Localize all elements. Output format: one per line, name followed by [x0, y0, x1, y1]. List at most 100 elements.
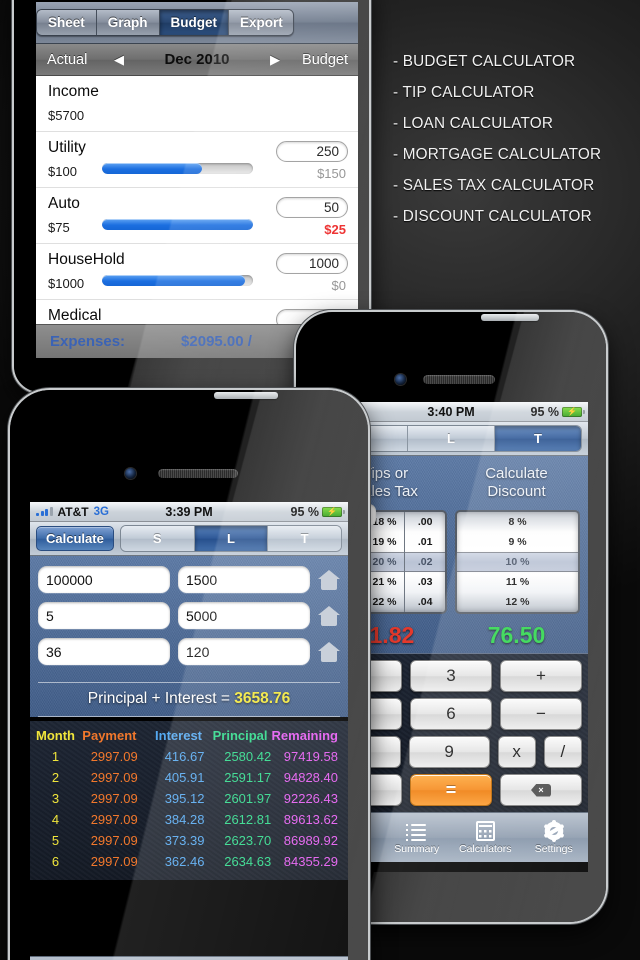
column-header: Principal [212, 728, 268, 743]
picker-item[interactable]: 12 % [457, 592, 578, 612]
table-cell: 2997.09 [90, 770, 138, 785]
status-time: 3:40 PM [427, 404, 475, 419]
list-icon [405, 821, 428, 841]
segment-l[interactable]: L [194, 526, 269, 551]
carrier-label: AT&T [57, 504, 89, 519]
remaining-amount: $150 [317, 166, 346, 181]
discount-picker[interactable]: 8 % 9 % 10 % 11 % 12 % [455, 510, 580, 614]
key-−[interactable]: − [500, 698, 582, 730]
caret-left-icon[interactable]: ◀ [114, 52, 124, 68]
picker-item[interactable]: .04 [405, 592, 445, 612]
loan-input-right[interactable]: 1500 [178, 566, 310, 593]
picker-item[interactable]: .01 [405, 532, 445, 552]
key-3[interactable]: 3 [410, 660, 492, 692]
battery-percent: 95 % [290, 504, 320, 519]
feature-item: - MORTGAGE CALCULATOR [393, 146, 602, 163]
category-label: Income [48, 83, 99, 100]
home-icon[interactable] [318, 641, 340, 662]
key-/[interactable]: / [543, 736, 582, 768]
budget-tab-budget[interactable]: Budget [159, 10, 230, 35]
table-cell: 2591.17 [224, 770, 272, 785]
key-6[interactable]: 6 [410, 698, 492, 730]
tab-bar[interactable] [30, 956, 348, 960]
picker-item[interactable]: .02 [405, 552, 445, 572]
caret-right-icon[interactable]: ▶ [270, 52, 280, 68]
budget-progress-slider[interactable] [102, 219, 253, 230]
divider [38, 682, 340, 683]
budget-amount-input[interactable]: 250 [276, 141, 348, 162]
picker-item[interactable]: 8 % [457, 512, 578, 532]
power-button[interactable] [481, 314, 539, 321]
feature-list: - BUDGET CALCULATOR - TIP CALCULATOR - LOA… [393, 46, 638, 232]
mode-segmented-control[interactable]: SLT [119, 525, 342, 552]
column-header: Month [36, 728, 75, 743]
slider-fill [102, 275, 246, 286]
table-cell: 2623.70 [224, 833, 272, 848]
budget-progress-slider[interactable] [102, 163, 253, 174]
table-cell: 1 [51, 749, 60, 764]
tab-calculators[interactable]: Calculators [451, 813, 520, 862]
backspace-icon: × [531, 783, 551, 797]
loan-input-left[interactable]: 5 [38, 602, 170, 629]
key-=[interactable]: = [410, 774, 492, 806]
table-cell: 2997.09 [90, 812, 138, 827]
budget-amount-input[interactable]: 50 [276, 197, 348, 218]
table-cell: 2 [51, 770, 60, 785]
status-time: 3:39 PM [165, 504, 213, 519]
key-9[interactable]: 9 [408, 736, 490, 768]
loan-input-left[interactable]: 100000 [38, 566, 170, 593]
table-cell: 6 [51, 854, 60, 869]
loan-input-right[interactable]: 5000 [178, 602, 310, 629]
column-header: Interest [155, 728, 203, 743]
status-bar: AT&T 3G 3:39 PM 95 % ⚡ [30, 502, 348, 522]
battery-charging-icon: ⚡ [562, 406, 585, 417]
tab-settings[interactable]: Settings [520, 813, 589, 862]
loan-input-left[interactable]: 36 [38, 638, 170, 665]
home-icon[interactable] [318, 569, 340, 590]
calculator-grid-icon [475, 820, 495, 841]
budget-amount-input[interactable]: 1000 [276, 253, 348, 274]
power-button[interactable] [214, 392, 278, 399]
home-icon[interactable] [318, 605, 340, 626]
table-cell: 4 [51, 812, 60, 827]
tab-summary[interactable]: Summary [383, 813, 452, 862]
segment-t[interactable]: T [268, 526, 341, 551]
table-row: 1 2997.09 416.67 2580.42 97419.58 [34, 746, 344, 767]
picker-item[interactable]: .00 [405, 512, 445, 532]
loan-input-fields[interactable]: 100000 1500 5 5000 36 120 [30, 556, 348, 678]
table-cell: 2634.63 [224, 854, 272, 869]
picker-item[interactable]: 10 % [457, 552, 578, 572]
budget-tab-graph[interactable]: Graph [96, 10, 160, 35]
table-row: 3 2997.09 395.12 2601.97 92226.43 [34, 788, 344, 809]
picker-column-discount[interactable]: 8 % 9 % 10 % 11 % 12 % [457, 512, 578, 612]
segment-s[interactable]: S [120, 526, 195, 551]
picker-item[interactable]: 9 % [457, 532, 578, 552]
segment-t[interactable]: T [495, 426, 581, 451]
amortization-table: Month Payment Interest Principal Remaining 1 2… [30, 721, 348, 880]
calculate-button[interactable]: Calculate [36, 526, 114, 551]
table-cell: 84355.29 [283, 854, 338, 869]
feature-item: - DISCOUNT CALCULATOR [393, 208, 592, 225]
picker-column-decimal[interactable]: .00.01.02.03.04 [405, 512, 445, 612]
remaining-amount: $25 [324, 222, 346, 237]
budget-tab-sheet[interactable]: Sheet [37, 10, 97, 35]
header-line-1: Calculate [485, 465, 548, 482]
key-+[interactable]: + [500, 660, 582, 692]
loan-input-right[interactable]: 120 [178, 638, 310, 665]
budget-tab-export[interactable]: Export [229, 10, 293, 35]
table-cell: 89613.62 [283, 812, 338, 827]
picker-item[interactable]: .03 [405, 572, 445, 592]
table-cell: 2997.09 [90, 791, 138, 806]
key-x[interactable]: x [497, 736, 536, 768]
remaining-amount: $0 [331, 278, 346, 293]
tab-label: Summary [394, 842, 440, 855]
segment-l[interactable]: L [408, 426, 495, 451]
loan-field-row: 5 5000 [38, 602, 340, 629]
battery-percent: 95 % [530, 404, 560, 419]
network-label: 3G [93, 505, 109, 518]
budget-tab-group[interactable]: Sheet Graph Budget Export [36, 9, 294, 36]
budget-progress-slider[interactable] [102, 275, 253, 286]
delete-key[interactable]: × [500, 774, 582, 806]
tab-label: Calculators [458, 842, 512, 855]
picker-item[interactable]: 11 % [457, 572, 578, 592]
